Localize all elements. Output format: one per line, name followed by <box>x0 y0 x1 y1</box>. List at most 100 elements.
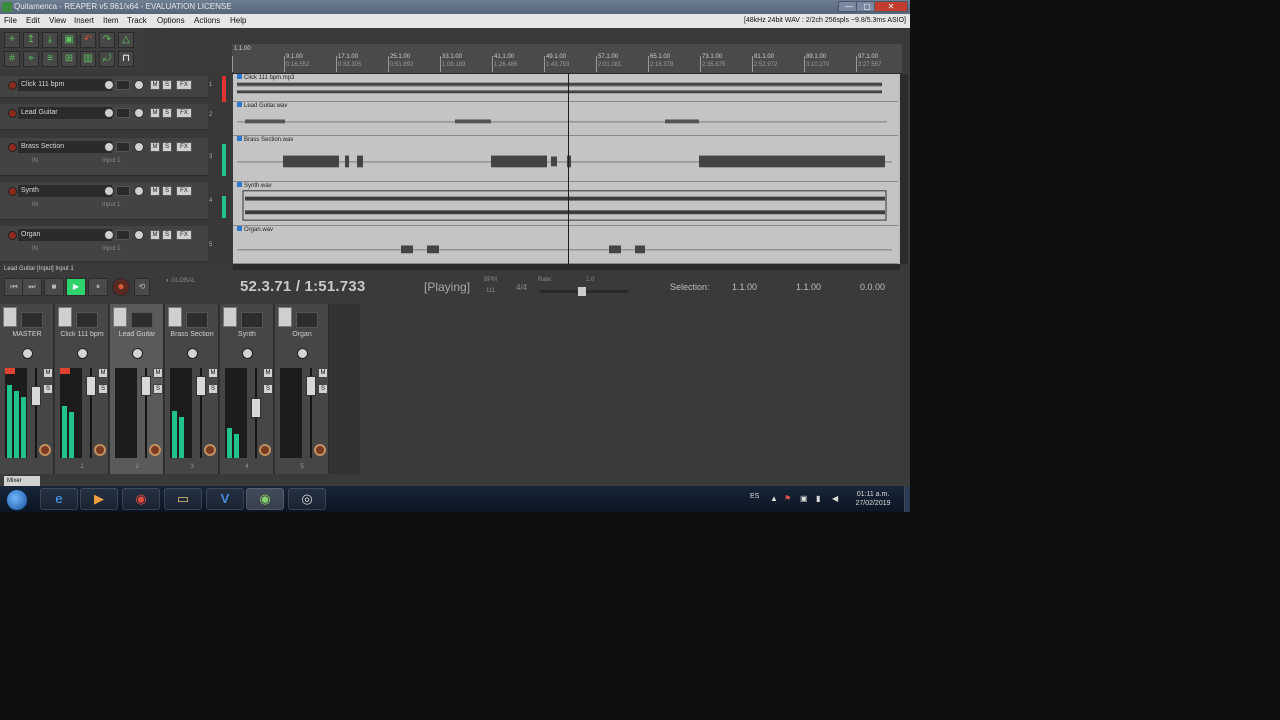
strip-mute-button[interactable]: M <box>208 368 218 378</box>
menu-item[interactable]: Item <box>103 14 119 28</box>
vegas-icon[interactable]: V <box>206 488 244 510</box>
strip-io-icon[interactable] <box>149 444 161 456</box>
strip-fx-icon[interactable] <box>58 307 72 327</box>
strip-fader-cap[interactable] <box>196 376 206 396</box>
track-lane-click[interactable]: Click 111 bpm.mp3 <box>233 74 898 102</box>
selection-start[interactable]: 1.1.00 <box>732 282 757 292</box>
strip-fader-cap[interactable] <box>141 376 151 396</box>
strip-pan-knob[interactable] <box>242 348 253 359</box>
strip-routing-slot[interactable] <box>21 312 43 328</box>
track-header-organ[interactable]: Organ M S FX IN Input 1 <box>0 226 208 262</box>
envelope-icon[interactable]: ▥ <box>80 51 96 67</box>
record-arm-button[interactable] <box>8 143 17 152</box>
stop-button[interactable]: ■ <box>44 278 64 296</box>
mute-button[interactable]: M <box>150 142 160 152</box>
network-icon[interactable]: ▮ <box>816 495 824 503</box>
strip-routing-slot[interactable] <box>76 312 98 328</box>
fx-button[interactable]: FX <box>176 80 192 90</box>
record-arm-button[interactable] <box>8 81 17 90</box>
pause-button[interactable]: ⏸ <box>88 278 108 296</box>
mute-button[interactable]: M <box>150 80 160 90</box>
menu-file[interactable]: File <box>4 14 17 28</box>
strip-pan-knob[interactable] <box>132 348 143 359</box>
mixer-tab[interactable]: Mixer <box>4 476 40 486</box>
crossfade-icon[interactable]: ⤾ <box>99 51 115 67</box>
track-lane-brass-section[interactable]: Brass Section.wav <box>233 136 898 182</box>
io-route-icon[interactable] <box>116 108 130 118</box>
strip-fader-cap[interactable] <box>251 398 261 418</box>
track-header-lead-guitar[interactable]: Lead Guitar M S FX <box>0 104 208 130</box>
track-header-brass-section[interactable]: Brass Section M S FX IN Input 1 <box>0 138 208 176</box>
obs-icon[interactable]: ◎ <box>288 488 326 510</box>
fx-button[interactable]: FX <box>176 142 192 152</box>
strip-solo-button[interactable]: S <box>153 384 163 394</box>
io-route-icon[interactable] <box>116 80 130 90</box>
pan-knob[interactable] <box>134 142 144 152</box>
selection-end[interactable]: 1.1.00 <box>796 282 821 292</box>
rate-slider-thumb[interactable] <box>578 287 586 296</box>
track-name-field[interactable]: Synth <box>18 185 112 197</box>
record-arm-button[interactable] <box>8 187 17 196</box>
track-lane-synth[interactable]: Synth.wav <box>233 182 898 226</box>
track-header-click[interactable]: Click 111 bpm M S FX <box>0 76 208 98</box>
file-explorer-icon[interactable]: ▭ <box>164 488 202 510</box>
strip-name[interactable]: Synth <box>220 331 274 338</box>
input-monitor-label[interactable]: IN <box>32 202 38 208</box>
strip-name[interactable]: MASTER <box>0 331 54 338</box>
strip-routing-slot[interactable] <box>131 312 153 328</box>
strip-solo-button[interactable]: S <box>43 384 53 394</box>
strip-io-icon[interactable] <box>39 444 51 456</box>
strip-pan-knob[interactable] <box>77 348 88 359</box>
menu-actions[interactable]: Actions <box>194 14 220 28</box>
new-project-icon[interactable]: + <box>4 32 20 48</box>
io-route-icon[interactable] <box>116 186 130 196</box>
internet-explorer-icon[interactable]: e <box>40 488 78 510</box>
mixer-strip[interactable]: MASTER M S <box>0 304 54 474</box>
input-select[interactable]: Input 1 <box>102 202 120 208</box>
strip-routing-slot[interactable] <box>296 312 318 328</box>
io-route-icon[interactable] <box>116 142 130 152</box>
open-project-icon[interactable]: ↥ <box>23 32 39 48</box>
show-desktop-button[interactable] <box>904 486 910 512</box>
system-clock[interactable]: 01:11 a.m. 27/02/2019 <box>848 490 898 508</box>
track-lane-organ[interactable]: Organ.wav <box>233 226 898 264</box>
record-arm-button[interactable] <box>8 109 17 118</box>
track-name-field[interactable]: Lead Guitar <box>18 107 112 119</box>
project-settings-icon[interactable]: ▣ <box>61 32 77 48</box>
menu-view[interactable]: View <box>49 14 66 28</box>
go-to-start-button[interactable]: ⏮ <box>4 278 24 296</box>
strip-mute-button[interactable]: M <box>318 368 328 378</box>
volume-knob[interactable] <box>104 80 114 90</box>
audio-device-status[interactable]: [48kHz 24bit WAV : 2/2ch 256spls ~9.8/5.… <box>744 14 906 28</box>
menu-insert[interactable]: Insert <box>74 14 94 28</box>
strip-fx-icon[interactable] <box>3 307 17 327</box>
mute-button[interactable]: M <box>150 108 160 118</box>
solo-button[interactable]: S <box>162 142 172 152</box>
strip-fader-cap[interactable] <box>306 376 316 396</box>
track-name-field[interactable]: Brass Section <box>18 141 112 153</box>
menu-track[interactable]: Track <box>127 14 147 28</box>
track-lane-lead-guitar[interactable]: Lead Guitar.wav <box>233 102 898 136</box>
media-player-icon[interactable]: ▶ <box>80 488 118 510</box>
strip-name[interactable]: Lead Guitar <box>110 331 164 338</box>
strip-solo-button[interactable]: S <box>208 384 218 394</box>
close-button[interactable]: ✕ <box>874 1 908 12</box>
mixer-strip[interactable]: Click 111 bpm M S 1 <box>55 304 109 474</box>
save-project-icon[interactable]: ⤓ <box>42 32 58 48</box>
volume-knob[interactable] <box>104 142 114 152</box>
clip-indicator[interactable] <box>60 368 70 374</box>
timeline-ruler[interactable]: 1.1.00 9.1.00 0:16.552 17.1.00 0:33.305 … <box>232 44 902 74</box>
input-monitor-label[interactable]: IN <box>32 246 38 252</box>
play-button[interactable]: ▶ <box>66 278 86 296</box>
strip-fx-icon[interactable] <box>223 307 237 327</box>
strip-solo-button[interactable]: S <box>263 384 273 394</box>
mixer-strip[interactable]: Brass Section M S 3 <box>165 304 219 474</box>
horizontal-scrollbar[interactable] <box>233 264 900 270</box>
strip-io-icon[interactable] <box>94 444 106 456</box>
tray-expand-icon[interactable]: ▲ <box>770 495 778 503</box>
undo-icon[interactable]: ↶ <box>80 32 96 48</box>
clip-indicator[interactable] <box>5 368 15 374</box>
strip-pan-knob[interactable] <box>187 348 198 359</box>
strip-fader-cap[interactable] <box>86 376 96 396</box>
action-center-icon[interactable]: ⚑ <box>784 495 792 503</box>
